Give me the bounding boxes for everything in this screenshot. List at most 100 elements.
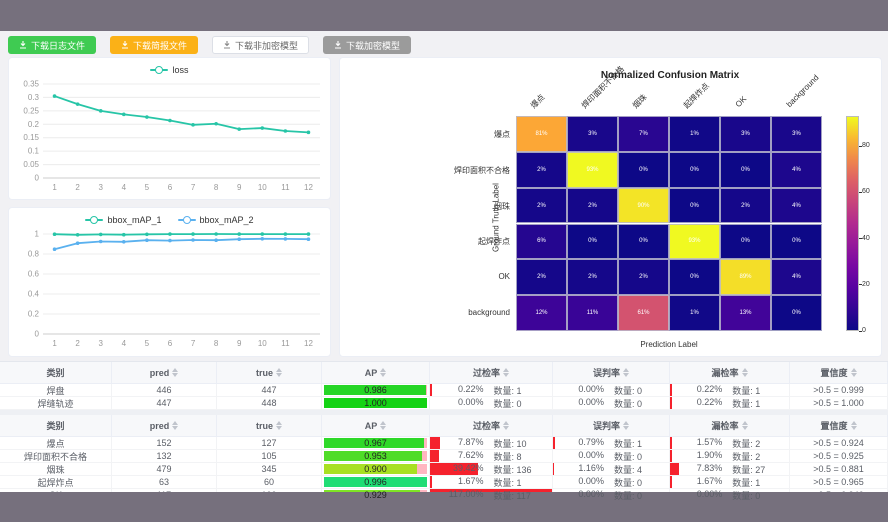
legend-item-loss[interactable]: loss <box>150 64 188 76</box>
table-row: 焊印面积不合格1321050.9537.62%数量: 80.00%数量: 01.… <box>0 450 888 463</box>
svg-text:8: 8 <box>214 183 219 192</box>
column-header-过检率[interactable]: 过检率 <box>430 362 553 384</box>
column-header-pred[interactable]: pred <box>112 415 217 437</box>
column-header-类别: 类别 <box>0 415 112 437</box>
rate-value: 0.00% <box>567 397 604 410</box>
column-header-true[interactable]: true <box>217 362 322 384</box>
class-name-cell: 爆点 <box>0 437 112 450</box>
column-header-true[interactable]: true <box>217 415 322 437</box>
rate-value: 1.67% <box>444 476 483 489</box>
download-unencrypted-model-button[interactable]: 下载非加密模型 <box>212 36 309 54</box>
ap-value: 1.000 <box>364 398 387 408</box>
svg-text:3: 3 <box>98 339 103 348</box>
sort-caret-icon[interactable] <box>742 421 748 430</box>
column-header-label: 过检率 <box>473 419 500 432</box>
sort-caret-icon[interactable] <box>276 368 282 377</box>
rate-value: 0.00% <box>444 397 483 410</box>
rate-count: 数量: 0 <box>732 489 760 502</box>
ap-value: 0.900 <box>364 464 387 474</box>
confusion-matrix-cell: 2% <box>567 259 618 295</box>
svg-text:6: 6 <box>168 183 173 192</box>
download-icon <box>334 41 342 49</box>
rate-value: 0.79% <box>567 437 604 450</box>
class-name-cell: 起焊炸点 <box>0 476 112 489</box>
confusion-matrix-cell: 4% <box>771 152 822 188</box>
rate-cell: 117.00%数量: 117 <box>430 489 553 502</box>
confusion-matrix-col-label: OK <box>734 94 749 109</box>
download-icon <box>19 41 27 49</box>
confusion-matrix-row-label: 爆点 <box>340 129 510 140</box>
sort-caret-icon[interactable] <box>380 421 386 430</box>
rate-count: 数量: 10 <box>493 437 526 450</box>
pred-cell: 132 <box>112 450 217 463</box>
sort-caret-icon[interactable] <box>380 368 386 377</box>
confusion-matrix-cell: 2% <box>516 152 567 188</box>
confusion-matrix-cell: 90% <box>618 188 669 224</box>
download-report-button[interactable]: 下载简报文件 <box>110 36 198 54</box>
table-row: 焊缝轨迹4474481.0000.00%数量: 00.00%数量: 00.22%… <box>0 397 888 410</box>
rate-count: 数量: 1 <box>614 437 642 450</box>
svg-text:1: 1 <box>52 339 57 348</box>
map-chart-card: bbox_mAP_1bbox_mAP_2 00.20.40.60.8112345… <box>8 207 331 357</box>
svg-text:0.4: 0.4 <box>28 290 40 299</box>
column-header-误判率[interactable]: 误判率 <box>553 415 670 437</box>
confusion-matrix-cell: 0% <box>618 224 669 260</box>
svg-text:7: 7 <box>191 183 196 192</box>
sort-caret-icon[interactable] <box>623 368 629 377</box>
legend-item-bbox_mAP_2[interactable]: bbox_mAP_2 <box>178 214 254 226</box>
loss-chart-legend: loss <box>9 64 330 76</box>
rate-cell: 0.22%数量: 1 <box>430 384 553 397</box>
sort-caret-icon[interactable] <box>503 368 509 377</box>
column-header-置信度[interactable]: 置信度 <box>790 362 888 384</box>
sort-caret-icon[interactable] <box>172 368 178 377</box>
colorbar-tick-label: 40 <box>862 235 870 242</box>
column-header-AP[interactable]: AP <box>322 362 430 384</box>
rate-value: 0.00% <box>567 384 604 397</box>
rate-cell: 0.00%数量: 0 <box>553 450 670 463</box>
sort-caret-icon[interactable] <box>851 421 857 430</box>
rate-cell: 1.67%数量: 1 <box>670 476 790 489</box>
svg-text:1: 1 <box>52 183 57 192</box>
loss-line-chart: 00.050.10.150.20.250.30.3512345678910111… <box>9 76 330 199</box>
confusion-matrix-row-label: background <box>340 308 510 317</box>
rate-count: 数量: 136 <box>493 463 531 476</box>
sort-caret-icon[interactable] <box>503 421 509 430</box>
column-header-过检率[interactable]: 过检率 <box>430 415 553 437</box>
confusion-matrix-col-label: 爆点 <box>528 92 547 111</box>
pred-cell: 446 <box>112 384 217 397</box>
svg-text:5: 5 <box>145 339 150 348</box>
confusion-matrix-cell: 3% <box>771 116 822 152</box>
table-row: 烟珠4793450.90039.42%数量: 1361.16%数量: 47.83… <box>0 463 888 476</box>
rate-count: 数量: 27 <box>732 463 765 476</box>
column-header-漏检率[interactable]: 漏检率 <box>670 415 790 437</box>
sort-caret-icon[interactable] <box>172 421 178 430</box>
svg-text:0.1: 0.1 <box>28 147 40 156</box>
confusion-matrix-cell: 7% <box>618 116 669 152</box>
confidence-cell: >0.5 = 0.965 <box>790 476 888 489</box>
rate-value: 39.42% <box>444 463 483 476</box>
sort-caret-icon[interactable] <box>276 421 282 430</box>
sort-caret-icon[interactable] <box>742 368 748 377</box>
column-header-label: pred <box>150 368 170 378</box>
column-header-label: AP <box>365 368 378 378</box>
download-encrypted-model-button[interactable]: 下载加密模型 <box>323 36 411 54</box>
rate-count: 数量: 2 <box>732 437 760 450</box>
download-log-button[interactable]: 下载日志文件 <box>8 36 96 54</box>
confusion-matrix-cell: 0% <box>669 259 720 295</box>
confusion-matrix-cell: 2% <box>516 259 567 295</box>
pred-cell: 447 <box>112 397 217 410</box>
rate-value: 7.62% <box>444 450 483 463</box>
column-header-漏检率[interactable]: 漏检率 <box>670 362 790 384</box>
svg-text:10: 10 <box>258 339 267 348</box>
confusion-matrix-row-label: 烟珠 <box>340 201 510 212</box>
sort-caret-icon[interactable] <box>851 368 857 377</box>
legend-item-bbox_mAP_1[interactable]: bbox_mAP_1 <box>85 214 161 226</box>
column-header-pred[interactable]: pred <box>112 362 217 384</box>
column-header-置信度[interactable]: 置信度 <box>790 415 888 437</box>
svg-text:0.3: 0.3 <box>28 93 40 102</box>
column-header-AP[interactable]: AP <box>322 415 430 437</box>
metrics-tables: 类别predtrueAP过检率误判率漏检率置信度焊盘4464470.9860.2… <box>0 361 888 502</box>
column-header-label: 置信度 <box>820 419 847 432</box>
column-header-误判率[interactable]: 误判率 <box>553 362 670 384</box>
sort-caret-icon[interactable] <box>623 421 629 430</box>
